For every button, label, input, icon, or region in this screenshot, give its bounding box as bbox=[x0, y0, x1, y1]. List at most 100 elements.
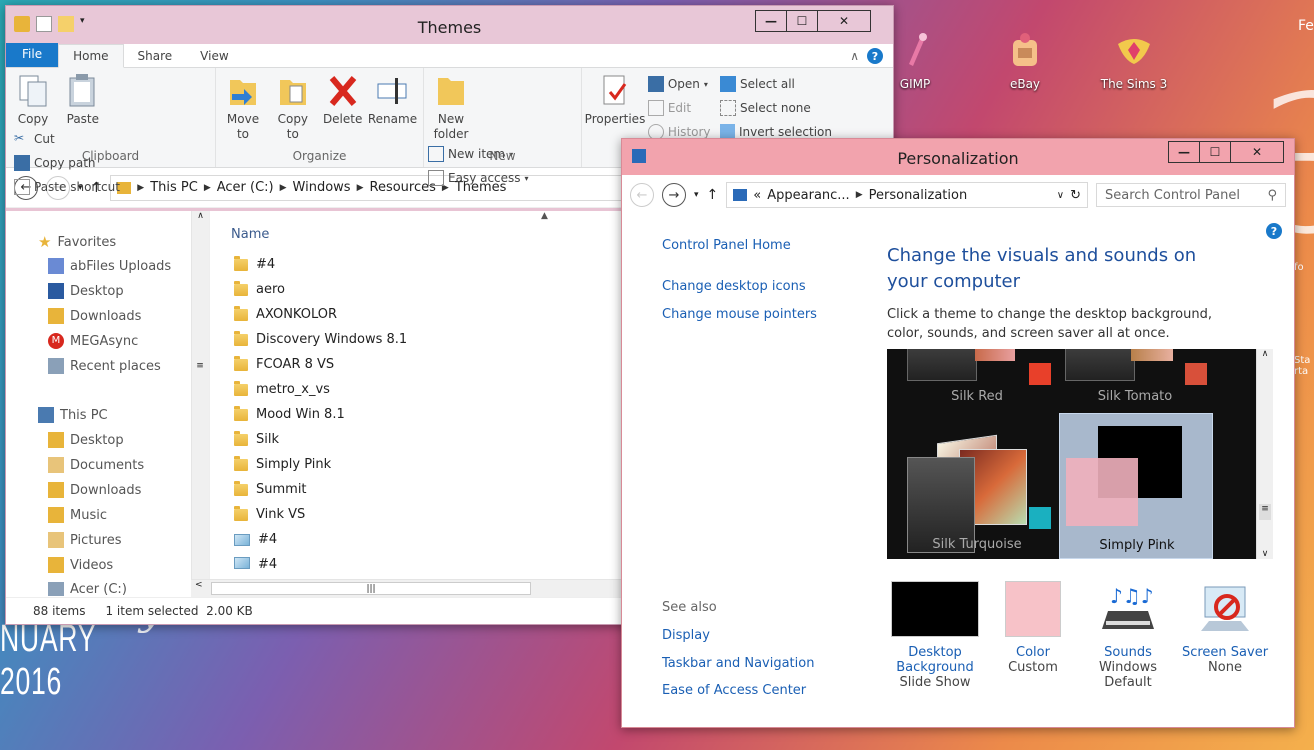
breadcrumb-item[interactable]: Resources bbox=[370, 180, 436, 195]
nav-item-desktop[interactable]: Desktop bbox=[48, 283, 124, 299]
desktop-edge-icon[interactable]: fo bbox=[1294, 262, 1314, 292]
file-list-item[interactable]: Simply Pink bbox=[234, 455, 331, 472]
change-mouse-pointers-link[interactable]: Change mouse pointers bbox=[662, 307, 817, 322]
nav-item-recent[interactable]: Recent places bbox=[48, 358, 161, 374]
display-link[interactable]: Display bbox=[662, 628, 710, 643]
open-button[interactable]: Open ▾ bbox=[647, 72, 711, 96]
file-list-item[interactable]: metro_x_vs bbox=[234, 380, 330, 397]
easy-access-button[interactable]: Easy access ▾ bbox=[428, 166, 529, 190]
search-icon[interactable]: ⚲ bbox=[1267, 188, 1277, 203]
nav-item-abfiles[interactable]: abFiles Uploads bbox=[48, 258, 171, 274]
help-icon[interactable]: ? bbox=[1266, 223, 1282, 239]
breadcrumb-overflow[interactable]: « bbox=[753, 188, 761, 203]
breadcrumb-item[interactable]: Acer (C:) bbox=[217, 180, 274, 195]
ease-of-access-link[interactable]: Ease of Access Center bbox=[662, 683, 806, 698]
address-bar[interactable]: « Appearanc... ▶ Personalization ∨ ↻ bbox=[726, 182, 1088, 208]
tab-file[interactable]: File bbox=[6, 43, 59, 67]
rename-button[interactable]: Rename bbox=[368, 72, 417, 127]
nav-item-documents[interactable]: Documents bbox=[48, 457, 144, 473]
breadcrumb-item[interactable]: This PC bbox=[150, 180, 198, 195]
breadcrumb-item[interactable]: Personalization bbox=[869, 188, 968, 203]
theme-silk-turquoise[interactable]: Silk Turquoise bbox=[887, 415, 1057, 559]
close-button[interactable]: ✕ bbox=[1230, 141, 1284, 163]
scroll-thumb[interactable]: ||| bbox=[211, 582, 531, 595]
search-input[interactable]: Search Control Panel ⚲ bbox=[1096, 183, 1286, 207]
desktop-background-button[interactable]: Desktop Background Slide Show bbox=[890, 581, 980, 690]
minimize-button[interactable]: — bbox=[1168, 141, 1200, 163]
cut-button[interactable]: ✂ Cut bbox=[14, 127, 120, 151]
explorer-titlebar[interactable]: ▾ Themes — ☐ ✕ bbox=[6, 6, 893, 44]
desktop-icon-sims[interactable]: The Sims 3 bbox=[1094, 30, 1174, 91]
scroll-down-icon[interactable]: ∨ bbox=[1257, 549, 1273, 559]
breadcrumb-item[interactable]: Appearanc... bbox=[767, 188, 849, 203]
file-list-item[interactable]: #4 bbox=[234, 255, 275, 272]
edit-button[interactable]: Edit bbox=[647, 96, 711, 120]
delete-button[interactable]: Delete bbox=[320, 72, 366, 127]
copy-button[interactable]: Copy bbox=[10, 72, 56, 127]
select-all-button[interactable]: Select all bbox=[720, 72, 832, 96]
theme-silk-tomato[interactable]: Silk Tomato bbox=[1059, 349, 1229, 411]
up-arrow-icon[interactable]: ↑ bbox=[707, 187, 719, 203]
personalization-titlebar[interactable]: Personalization — ☐ ✕ bbox=[622, 139, 1294, 175]
properties-button[interactable]: Properties bbox=[585, 72, 645, 127]
scroll-up-icon[interactable]: ∧ bbox=[192, 211, 209, 221]
nav-item-favorites[interactable]: ★ Favorites bbox=[38, 233, 116, 251]
maximize-button[interactable]: ☐ bbox=[1199, 141, 1231, 163]
refresh-icon[interactable]: ↻ bbox=[1070, 188, 1081, 203]
file-list-item[interactable]: Silk bbox=[234, 430, 279, 447]
nav-item-downloads[interactable]: Downloads bbox=[48, 482, 141, 498]
breadcrumb-item[interactable]: Windows bbox=[293, 180, 351, 195]
scroll-up-icon[interactable]: ∧ bbox=[1257, 349, 1273, 359]
screen-saver-button[interactable]: Screen Saver None bbox=[1180, 581, 1270, 675]
scroll-thumb[interactable]: ≡ bbox=[194, 361, 206, 375]
desktop-icon-ebay[interactable]: eBay bbox=[985, 30, 1065, 91]
back-button[interactable]: ← bbox=[630, 183, 654, 207]
tab-view[interactable]: View bbox=[186, 45, 242, 67]
chevron-down-icon[interactable]: ∨ bbox=[1057, 190, 1064, 201]
nav-item-music[interactable]: Music bbox=[48, 507, 107, 523]
nav-item-pictures[interactable]: Pictures bbox=[48, 532, 121, 548]
copy-to-button[interactable]: Copy to bbox=[270, 72, 316, 142]
sounds-button[interactable]: ♪♫♪ Sounds Windows Default bbox=[1088, 581, 1168, 690]
gallery-scrollbar[interactable]: ∧ ≡ ∨ bbox=[1256, 349, 1273, 559]
chevron-up-icon[interactable]: ∧ bbox=[850, 49, 859, 63]
file-list-item[interactable]: Summit bbox=[234, 480, 307, 497]
file-list-item[interactable]: #4 bbox=[234, 532, 277, 547]
file-list-item[interactable]: AXONKOLOR bbox=[234, 305, 337, 322]
move-to-button[interactable]: Move to bbox=[220, 72, 266, 142]
desktop-edge-icon[interactable]: Sta rta bbox=[1294, 355, 1314, 385]
tab-home[interactable]: Home bbox=[58, 44, 124, 68]
color-button[interactable]: Color Custom bbox=[998, 581, 1068, 675]
forward-button[interactable]: → bbox=[662, 183, 686, 207]
nav-item-drive[interactable]: Acer (C:) bbox=[48, 582, 127, 596]
paste-shortcut-button[interactable]: Paste shortcut bbox=[14, 175, 120, 199]
file-list-item[interactable]: #4 bbox=[234, 557, 277, 571]
file-list-item[interactable]: Discovery Windows 8.1 bbox=[234, 330, 407, 347]
nav-scrollbar[interactable]: ∧ ≡ ∨ bbox=[191, 211, 209, 597]
file-list-item[interactable]: Mood Win 8.1 bbox=[234, 405, 345, 422]
tab-share[interactable]: Share bbox=[124, 45, 187, 67]
paste-button[interactable]: Paste bbox=[60, 72, 106, 127]
new-folder-button[interactable]: New folder bbox=[428, 72, 474, 142]
file-list-item[interactable]: Vink VS bbox=[234, 505, 305, 522]
scroll-left-icon[interactable]: < bbox=[195, 580, 203, 590]
minimize-button[interactable]: — bbox=[755, 10, 787, 32]
nav-item-desktop[interactable]: Desktop bbox=[48, 432, 124, 448]
select-none-button[interactable]: Select none bbox=[720, 96, 832, 120]
file-list-item[interactable]: aero bbox=[234, 280, 285, 297]
theme-silk-red[interactable]: Silk Red bbox=[887, 349, 1057, 411]
nav-item-videos[interactable]: Videos bbox=[48, 557, 113, 573]
scroll-thumb[interactable]: ≡ bbox=[1259, 504, 1271, 520]
file-list-item[interactable]: FCOAR 8 VS bbox=[234, 355, 334, 372]
theme-simply-pink[interactable]: Simply Pink bbox=[1059, 413, 1213, 559]
control-panel-home-link[interactable]: Control Panel Home bbox=[662, 238, 791, 253]
nav-item-megasync[interactable]: M MEGAsync bbox=[48, 333, 138, 349]
change-desktop-icons-link[interactable]: Change desktop icons bbox=[662, 279, 806, 294]
nav-item-this-pc[interactable]: This PC bbox=[38, 407, 108, 423]
help-icon[interactable]: ? bbox=[867, 48, 883, 64]
close-button[interactable]: ✕ bbox=[817, 10, 871, 32]
maximize-button[interactable]: ☐ bbox=[786, 10, 818, 32]
chevron-down-icon[interactable]: ▾ bbox=[694, 190, 699, 200]
taskbar-link[interactable]: Taskbar and Navigation bbox=[662, 656, 814, 671]
column-header-name[interactable]: Name bbox=[231, 227, 269, 242]
